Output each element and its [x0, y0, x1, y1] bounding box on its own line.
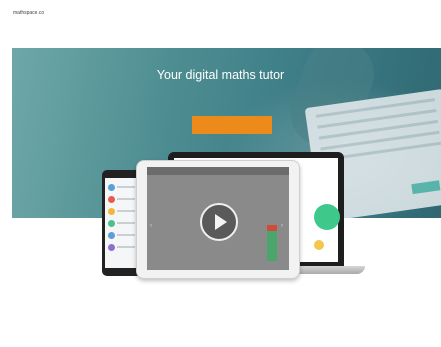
feature-digital-workbook: [88, 304, 178, 308]
tablet-header: [147, 167, 289, 175]
get-started-button[interactable]: [192, 116, 272, 134]
feature-help-on-demand: [186, 304, 278, 308]
phone-topic-icon: [108, 196, 115, 203]
phone-topic-icon: [108, 232, 115, 239]
tablet-chart-bar-green: [267, 231, 277, 261]
laptop-chart-icon: [314, 240, 324, 250]
top-navigation: [0, 26, 441, 48]
play-icon: [215, 214, 227, 230]
hero-title: Your digital maths tutor: [156, 68, 285, 82]
chevron-left-icon[interactable]: ‹: [150, 223, 152, 229]
laptop-progress-badge: [314, 204, 340, 230]
phone-topic-icon: [108, 220, 115, 227]
tablet-device: ‹ ›: [136, 160, 300, 279]
url-text: mathspace.co: [13, 10, 45, 16]
play-video-button[interactable]: [200, 203, 238, 241]
phone-screen: [105, 178, 139, 268]
phone-topic-icon: [108, 184, 115, 191]
chevron-right-icon[interactable]: ›: [281, 223, 283, 229]
phone-topic-icon: [108, 208, 115, 215]
tablet-video-screen[interactable]: ‹ ›: [147, 167, 289, 270]
phone-topic-icon: [108, 244, 115, 251]
feature-smart-curriculum: [286, 304, 378, 308]
browser-address-bar[interactable]: mathspace.co: [0, 0, 441, 27]
